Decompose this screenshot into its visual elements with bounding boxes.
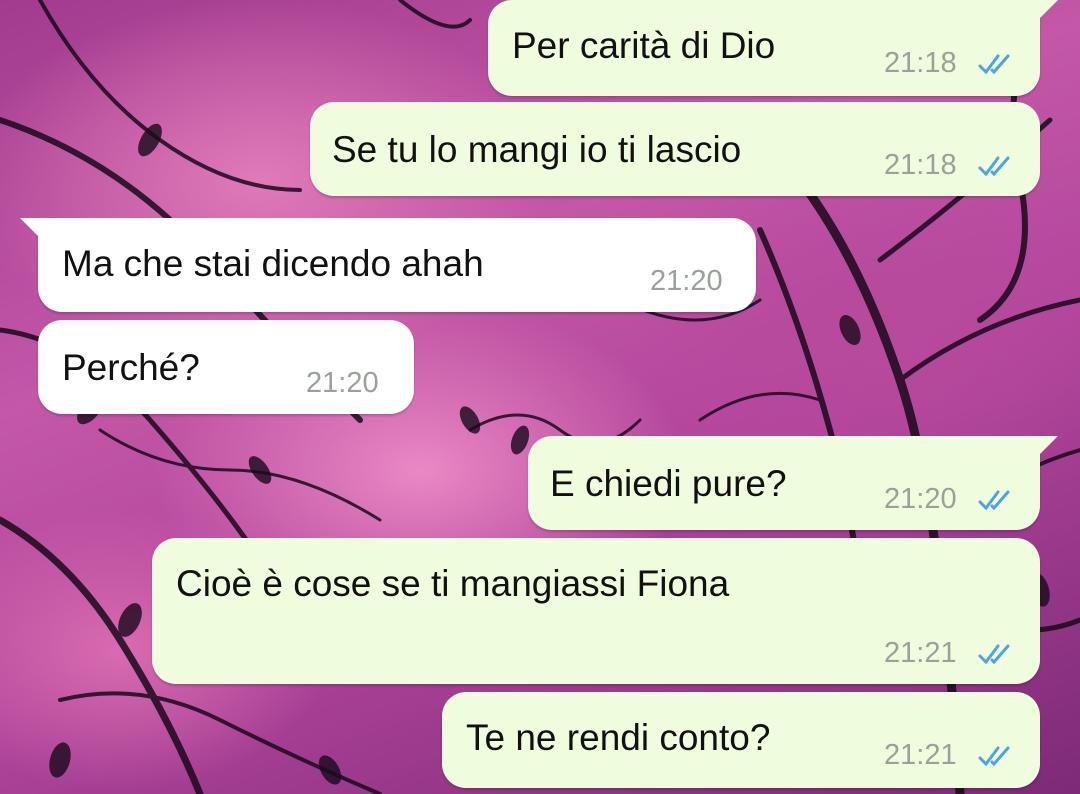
message-text: Perché?	[62, 347, 200, 388]
message-text: Per carità di Dio	[512, 25, 776, 66]
message-timestamp: 21:21	[884, 739, 957, 771]
double-check-read-icon	[978, 746, 1010, 767]
incoming-message[interactable]: Perché? 21:20	[38, 320, 414, 414]
message-timestamp: 21:20	[650, 265, 723, 297]
outgoing-message[interactable]: Per carità di Dio 21:18	[488, 0, 1058, 96]
message-text: E chiedi pure?	[550, 463, 787, 504]
message-timestamp: 21:18	[884, 149, 957, 181]
incoming-message[interactable]: Ma che stai dicendo ahah 21:20	[20, 218, 756, 312]
bubble-tail	[1036, 436, 1058, 458]
outgoing-message[interactable]: E chiedi pure? 21:20	[528, 436, 1058, 530]
message-timestamp: 21:20	[306, 367, 379, 399]
message-list: Per carità di Dio 21:18 Se tu lo mangi i…	[0, 0, 1080, 794]
message-timestamp: 21:18	[884, 47, 957, 79]
double-check-read-icon	[978, 644, 1010, 665]
double-check-read-icon	[978, 490, 1010, 511]
bubble-tail	[1036, 0, 1058, 22]
message-text: Ma che stai dicendo ahah	[62, 243, 484, 284]
double-check-read-icon	[978, 156, 1010, 177]
bubble-tail	[20, 218, 42, 240]
outgoing-message[interactable]: Cioè è cose se ti mangiassi Fiona 21:21	[152, 538, 1040, 684]
double-check-read-icon	[978, 54, 1010, 75]
message-text: Te ne rendi conto?	[466, 717, 771, 758]
message-text: Se tu lo mangi io ti lascio	[332, 129, 742, 170]
message-timestamp: 21:20	[884, 483, 957, 515]
message-timestamp: 21:21	[884, 637, 957, 669]
outgoing-message[interactable]: Se tu lo mangi io ti lascio 21:18	[310, 102, 1040, 196]
outgoing-message[interactable]: Te ne rendi conto? 21:21	[442, 692, 1040, 788]
message-text: Cioè è cose se ti mangiassi Fiona	[176, 563, 730, 604]
